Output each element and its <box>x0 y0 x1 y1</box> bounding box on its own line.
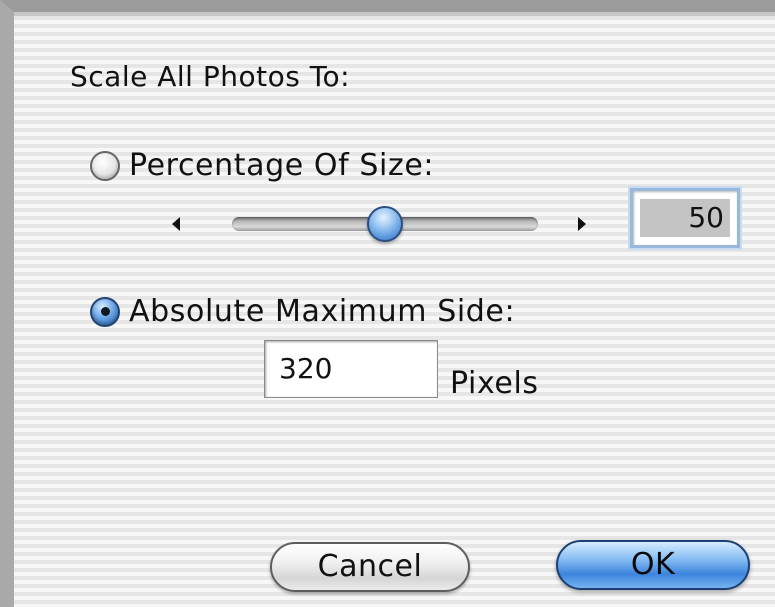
percentage-option-label: Percentage Of Size: <box>129 148 435 183</box>
slider-knob[interactable] <box>367 206 403 242</box>
slider-increase-arrow-icon[interactable] <box>578 217 586 231</box>
percentage-of-size-option[interactable]: Percentage Of Size: <box>90 148 434 183</box>
radio-selected-dot <box>100 307 110 316</box>
pixels-input[interactable]: 320 <box>264 340 438 398</box>
absolute-option-label: Absolute Maximum Side: <box>129 294 516 329</box>
slider-decrease-arrow-icon[interactable] <box>172 217 180 231</box>
absolute-maximum-side-option[interactable]: Absolute Maximum Side: <box>90 294 515 329</box>
cancel-button[interactable]: Cancel <box>270 542 470 592</box>
scale-photos-dialog: Scale All Photos To: Percentage Of Size:… <box>0 0 775 607</box>
percentage-radio-button[interactable] <box>90 150 120 181</box>
percentage-slider[interactable] <box>232 206 538 242</box>
pixels-unit-label: Pixels <box>450 366 539 401</box>
percentage-input[interactable]: 50 <box>630 188 740 248</box>
absolute-radio-button[interactable] <box>90 296 120 327</box>
percentage-value: 50 <box>640 199 730 237</box>
ok-button[interactable]: OK <box>556 540 750 590</box>
dialog-heading: Scale All Photos To: <box>70 60 351 93</box>
